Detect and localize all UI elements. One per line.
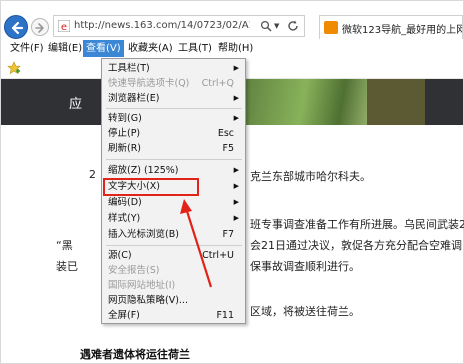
annotation-arrow-icon	[180, 199, 213, 288]
